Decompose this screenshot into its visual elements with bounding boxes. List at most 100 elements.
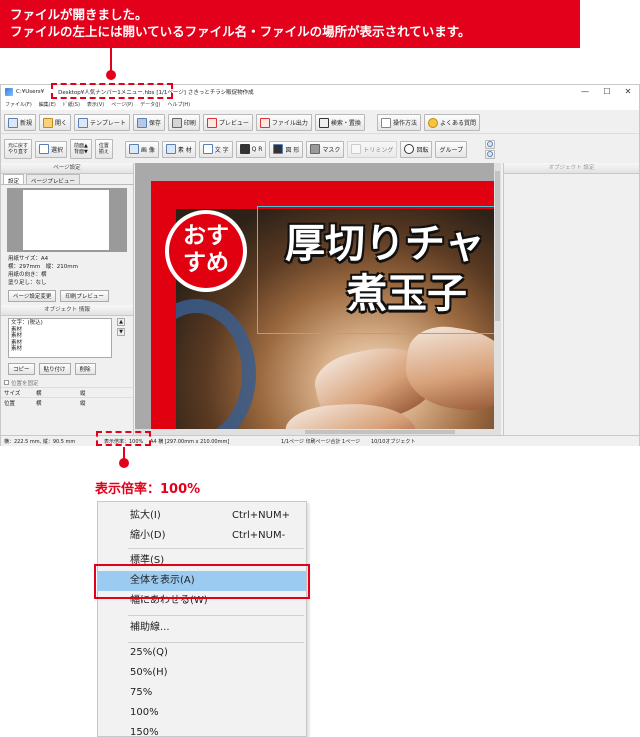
menu-edit[interactable]: 編集(E) [39,101,56,108]
new-label: 新規 [20,120,33,127]
zoom-out-icon [487,151,494,157]
mask-button[interactable]: マスク [306,140,345,158]
menu-help[interactable]: ヘルプ(H) [167,101,190,108]
rotate-button[interactable]: 回転 [400,140,433,158]
menu-data[interactable]: データ(J) [140,101,160,108]
close-button[interactable]: ✕ [617,85,639,99]
tab-settings[interactable]: 設定 [3,174,25,185]
rotate-label: 回転 [416,146,429,154]
lock-position-label: 位置を固定 [11,380,39,387]
group-label: グループ [439,146,464,154]
crop-icon [351,144,362,154]
save-button[interactable]: 保存 [132,114,165,131]
search-icon [318,117,329,128]
object-list[interactable]: 文字：(税込) 素材 素材 素材 素材 [8,318,112,358]
group-button[interactable]: グループ [435,140,468,158]
zoom-status-highlight [96,431,151,446]
template-button[interactable]: テンプレート [74,114,130,131]
move-up-icon[interactable]: ▲ [117,318,125,326]
status-coords: 横：222.5 mm, 縦：90.5 mm [4,438,76,445]
undo-redo-button[interactable]: 元に戻す やり直す [4,139,33,159]
delete-button[interactable]: 削除 [74,363,96,375]
page-settings-tabs: 設定 ページプレビュー [1,174,133,185]
position-label: 位置 [4,400,16,407]
stamp-text-line-2: すめ [183,249,229,276]
text-button[interactable]: 文 字 [198,140,233,158]
maximize-button[interactable]: ☐ [596,85,618,99]
lock-position-row[interactable]: 位置を固定 [1,378,133,387]
menu-item-zoom-150[interactable]: 150% [98,723,306,737]
title-app: さきっとチラシ販促物作成 [187,90,254,96]
tab-page-preview[interactable]: ページプレビュー [26,174,80,185]
image-icon [128,144,139,154]
paper-bleed: 塗り足し：なし [8,280,47,286]
copy-button[interactable]: コピー [8,363,35,375]
file-output-button[interactable]: ファイル出力 [255,114,312,131]
text-icon [202,144,213,154]
change-page-settings-button[interactable]: ページ設定変更 [8,290,57,302]
search-replace-button[interactable]: 検索・置換 [314,114,365,131]
zoom-100-label: 100% [130,707,159,718]
manual-button[interactable]: 操作方法 [376,114,421,131]
recommend-stamp[interactable]: おす すめ [165,210,247,292]
lock-position-checkbox[interactable] [4,380,9,385]
design-canvas[interactable]: おす すめ 厚切りチャ 煮玉子 [135,163,501,435]
list-item[interactable]: 素材 [11,346,109,353]
cursor-icon [39,144,50,154]
selection-frame [257,206,501,334]
qr-button[interactable]: Q R [235,140,267,158]
callout-line-1: ファイルが開きました。 [10,7,148,22]
paper-dimensions: 横：297mm 縦：210mm [8,264,78,270]
print-preview-button[interactable]: 印刷プレビュー [60,290,109,302]
minimize-button[interactable]: — [574,85,596,99]
stamp-text-line-1: おす [183,222,229,249]
menu-item-guides[interactable]: 補助線... [98,618,306,638]
align-button[interactable]: 位置 揃え [94,139,113,159]
open-button[interactable]: 開く [39,114,72,131]
order-button[interactable]: 前面▲ 背面▼ [70,139,92,159]
vertical-scroll-thumb[interactable] [495,171,500,321]
menu-view[interactable]: 表示(V) [87,101,104,108]
new-button[interactable]: 新規 [4,114,37,131]
menu-bar: ファイル(F) 編集(E) ﾄﾞ紙(S) 表示(V) ページ(P) データ(J)… [1,99,639,110]
menu-item-zoom-50[interactable]: 50%(H) [98,663,306,683]
shape-button[interactable]: 図 形 [269,140,304,158]
material-button[interactable]: 素 材 [161,140,196,158]
print-button[interactable]: 印刷 [167,114,200,131]
vertical-scrollbar[interactable] [494,163,501,435]
menu-item-zoom-25[interactable]: 25%(Q) [98,643,306,663]
menu-file[interactable]: ファイル(F) [5,101,32,108]
menu-item-zoom-75[interactable]: 75% [98,683,306,703]
object-order-arrows: ▲ ▼ [117,318,125,338]
menu-item-zoom-out[interactable]: 縮小(D) Ctrl+NUM- [98,526,306,546]
menu-item-zoom-100[interactable]: 100% [98,703,306,723]
page-thumbnail [7,188,127,252]
zoom-out-shortcut: Ctrl+NUM- [232,530,286,541]
status-objects: 10/10オブジェクト [371,438,416,445]
zoom-in-button[interactable] [485,139,496,149]
open-label: 開く [55,120,68,127]
shape-icon [273,144,284,154]
zoom-out-button[interactable] [485,149,496,159]
menu-page[interactable]: ページ(P) [111,101,133,108]
printer-icon [171,117,182,128]
template-icon [78,117,89,128]
folder-open-icon [43,117,54,128]
image-button[interactable]: 画 像 [124,140,159,158]
move-down-icon[interactable]: ▼ [117,328,125,336]
menu-item-zoom-in[interactable]: 拡大(I) Ctrl+NUM+ [98,506,306,526]
select-button[interactable]: 選択 [35,140,68,158]
paste-button[interactable]: 貼り付け [38,363,71,375]
object-info-header: オブジェクト 情報 [1,305,133,316]
size-width-label: 横 [36,390,42,397]
faq-button[interactable]: よくある質問 [423,114,480,131]
rotate-icon [404,144,415,154]
preview-button[interactable]: プレビュー [202,114,253,131]
menu-separator [128,548,304,549]
zoom-out-menu-label: 縮小(D) [130,530,166,541]
position-y-label: 縦 [80,400,86,407]
position-row: 位置 横 縦 [1,397,133,407]
menu-paper[interactable]: ﾄﾞ紙(S) [63,101,80,108]
horizontal-scroll-thumb[interactable] [305,430,455,434]
zoom-75-label: 75% [130,687,153,698]
